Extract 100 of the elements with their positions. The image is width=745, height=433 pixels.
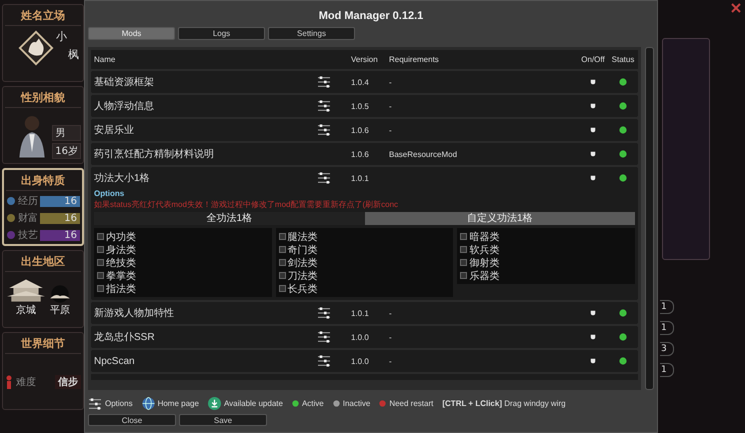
mod-name: 新游戏人物加特性 [93,306,175,320]
mod-requirements: - [389,126,392,134]
options-heading: Options [94,189,126,198]
section-title: 出身特质 [6,173,80,191]
checkbox[interactable] [97,233,104,240]
column-header: Name [93,55,116,64]
checkbox[interactable] [460,233,468,240]
checkbox[interactable] [460,246,468,253]
mod-name: 人物浮动信息 [93,100,155,113]
stat-label: 财富 [18,212,38,225]
mod-requirements: - [389,102,392,110]
checkbox[interactable] [460,272,468,279]
sliders-icon[interactable] [317,76,331,88]
name-char: 枫 [68,47,79,62]
column-header: Status [610,55,636,64]
action-button[interactable]: Save [179,414,267,426]
checkbox-label: 长兵类 [288,282,318,296]
mod-row[interactable]: 功法大小1格 1.0.1 Options 如果status亮红灯代表mod失效！游戏过程中修改了mod配置需要重新存点了(刷新conc 全功法1格 自定义功法1格 内功类 身法类 绝技类 拳掌类 指法类 腿法类 奇门类 剑法类 刀法类 长兵类 暗器类 软兵类 御射类 乐器类 [91,167,638,300]
sliders-icon[interactable] [317,100,331,112]
close-icon[interactable] [731,3,741,13]
mod-version: 1.0.5 [351,102,370,110]
legend-label: Inactive [342,399,370,408]
section-title: 世界细节 [5,336,81,354]
mod-requirements: BaseResourceMod [389,150,458,158]
mod-requirements: - [389,332,392,342]
globe-icon [142,397,155,410]
legend-label: Active [302,399,324,408]
checkbox[interactable] [278,285,286,292]
option-tab[interactable]: 全功法1格 [94,212,364,225]
stat-value: 16 [40,230,80,240]
section-panel[interactable]: 姓名立场 小 枫 [2,4,84,82]
checkbox[interactable] [278,233,286,240]
checkbox-label: 内功类 [106,230,136,244]
sliders-icon[interactable] [317,331,331,343]
status-dot [379,400,386,407]
section-panel[interactable]: 性别相貌 男 16岁 [2,86,84,164]
tab[interactable]: Logs [178,27,265,40]
window-title: Mod Manager 0.12.1 [318,9,424,24]
action-button[interactable]: Close [88,414,176,426]
sliders-icon[interactable] [317,124,331,136]
checkbox-label: 腿法类 [288,230,318,244]
mod-requirements: - [389,78,392,86]
sliders-icon[interactable] [88,398,102,410]
checkbox-label: 身法类 [106,244,136,256]
count-badge: 1 [660,363,674,377]
checkbox[interactable] [278,259,286,266]
mod-name: 龙岛忠仆SSR [93,330,156,344]
mod-version: 1.0.6 [351,126,370,134]
stat-label: 技艺 [18,228,38,242]
status-dot [332,400,340,407]
figure-icon [5,375,13,389]
mod-requirements: - [389,308,392,318]
mod-version: 1.0.0 [351,356,370,366]
section-panel[interactable]: 世界细节 难度 信步 [2,332,84,410]
mod-version: 1.0.6 [351,150,370,158]
tab[interactable]: Mods [88,27,175,40]
checkbox[interactable] [97,246,104,253]
mod-row[interactable]: 龙岛忠仆SSR 1.0.0 - [91,326,638,348]
status-dot [619,126,627,134]
mod-row[interactable]: NpcScan 1.0.0 - [91,350,638,372]
checkbox-label: 乐器类 [469,270,500,282]
status-dot [619,150,627,158]
mod-version: 1.0.1 [351,308,370,318]
checkbox[interactable] [278,272,286,279]
mod-row[interactable]: 新游戏人物加特性 1.0.1 - [91,302,638,324]
checkbox[interactable] [97,285,104,292]
sliders-icon[interactable] [317,172,331,184]
scrollbar[interactable] [645,47,654,390]
mod-version: 1.0.4 [351,78,370,86]
section-panel[interactable]: 出生地区 京城 平原 [2,250,84,328]
stat-label: 经历 [18,195,38,208]
mod-name: 功法大小1格 [93,172,151,185]
stat-value: 16 [40,212,80,224]
mod-row[interactable]: 药引烹饪配方精制材料说明 1.0.6 BaseResourceMod [91,143,638,165]
option-tab[interactable]: 自定义功法1格 [364,212,635,225]
mod-name: NpcScan [93,356,136,366]
mod-requirements: - [389,356,392,366]
legend-label: Options [105,399,133,408]
checkbox[interactable] [97,272,104,279]
mod-row[interactable]: 基础资源框架 1.0.4 - [91,71,638,93]
tab[interactable]: Settings [268,27,355,40]
checkbox-label: 剑法类 [288,256,318,270]
sliders-icon[interactable] [317,307,331,319]
age-label: 16岁 [52,143,81,159]
mod-row[interactable]: 人物浮动信息 1.0.5 - [91,95,638,117]
count-badge: 1 [660,321,674,335]
mod-name: 药引烹饪配方精制材料说明 [93,148,215,161]
warning-text: 如果status亮红灯代表mod失效！游戏过程中修改了mod配置需要重新存点了(刷新conc [94,199,400,210]
checkbox[interactable] [460,259,468,266]
checkbox[interactable] [278,246,286,253]
column-header: On/Off [580,55,606,64]
city-label: 京城 [16,304,36,317]
mod-version: 1.0.0 [351,332,370,342]
mod-version: 1.0.1 [351,174,370,182]
sliders-icon[interactable] [317,355,331,367]
gender-label: 男 [52,125,81,141]
section-panel[interactable]: 出身特质 经历 16 财富 16 技艺 16 [2,168,84,246]
mod-row[interactable]: 安居乐业 1.0.6 - [91,119,638,141]
stat-value: 16 [40,196,80,206]
checkbox[interactable] [97,259,104,266]
